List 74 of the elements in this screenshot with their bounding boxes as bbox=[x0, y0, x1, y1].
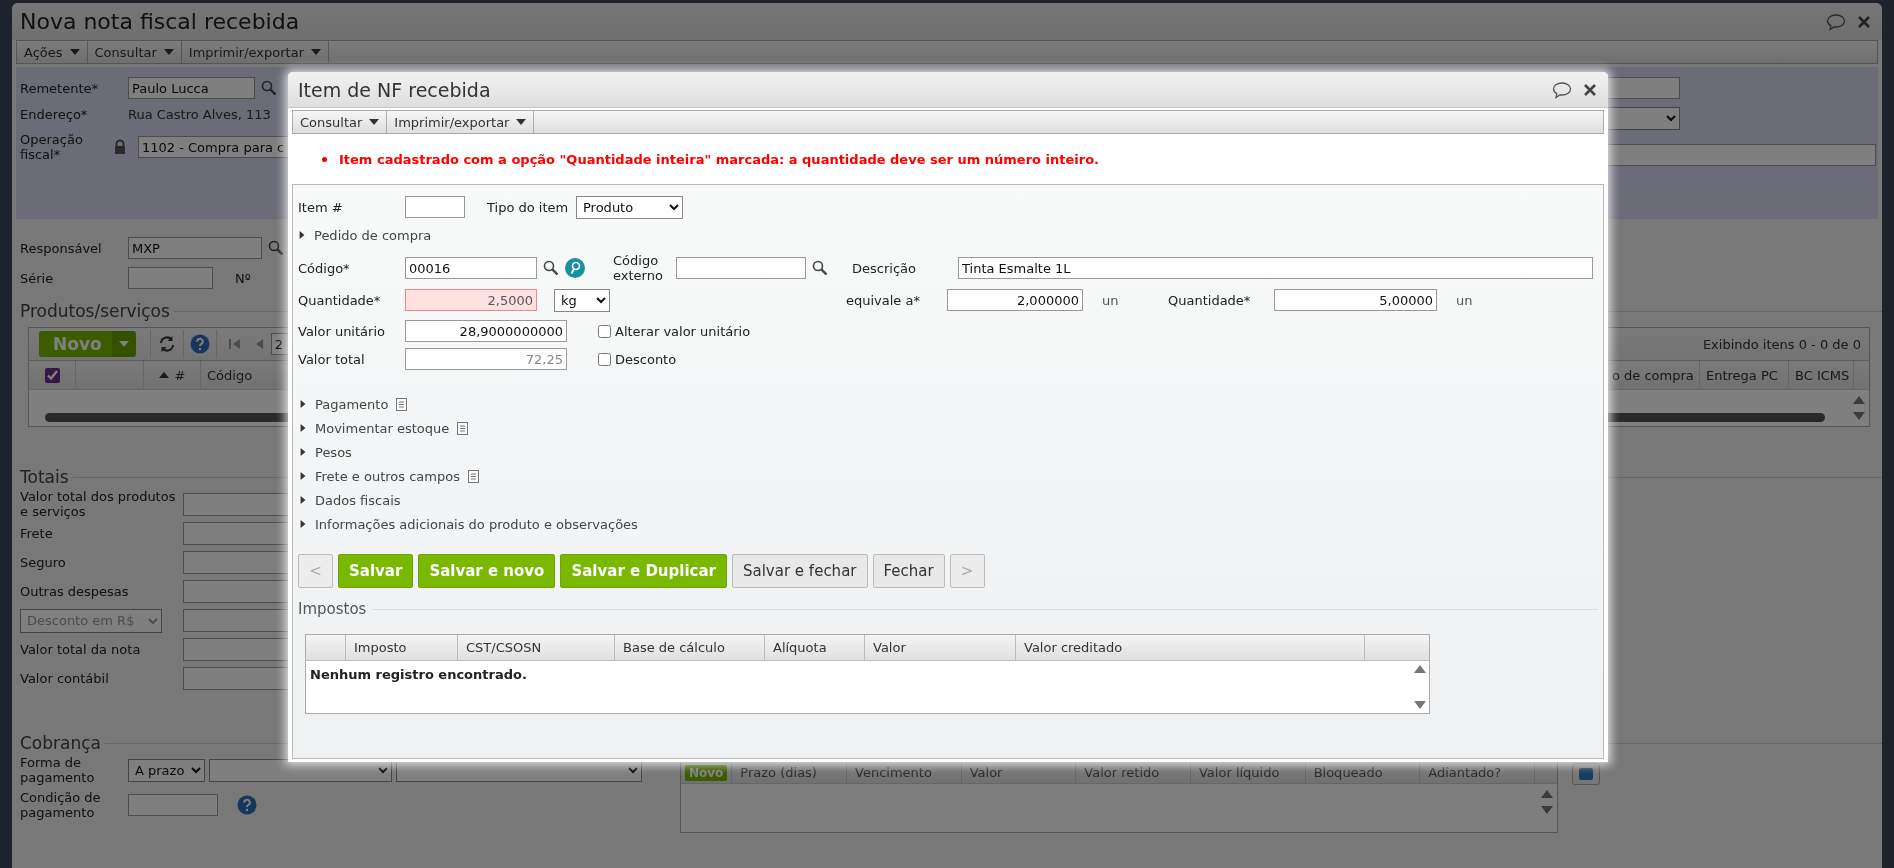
input-field[interactable]: MXP bbox=[128, 237, 262, 259]
field-label: Forma de pagamento bbox=[20, 755, 96, 785]
error-message: Item cadastrado com a opção "Quantidade inteira" marcada: a quantidade deve ser um número inteiro. bbox=[339, 151, 1100, 167]
field-label: Condição de pagamento bbox=[20, 790, 102, 820]
field-value: Rua Castro Alves, 113 bbox=[128, 106, 271, 122]
empty-message: Nenhum registro encontrado. bbox=[309, 666, 528, 684]
column-header[interactable]: Alíquota bbox=[765, 635, 865, 660]
column-header[interactable]: Entrega PC bbox=[1700, 361, 1789, 389]
input-field[interactable]: Tinta Esmalte 1L bbox=[958, 257, 1593, 279]
item-count: Exibindo itens 0 - 0 de 0 bbox=[1702, 336, 1861, 352]
field-label: Quantidade* bbox=[1168, 292, 1252, 308]
column-header[interactable]: Valor bbox=[865, 635, 1016, 660]
column-header[interactable]: CST/CSOSN bbox=[458, 635, 615, 660]
menu-button[interactable]: Imprimir/exportar bbox=[387, 111, 535, 133]
field-label: Valor total bbox=[298, 351, 366, 367]
field-label: Quantidade* bbox=[298, 292, 382, 308]
section-title: Totais bbox=[20, 467, 69, 487]
column-header[interactable]: Valor creditado bbox=[1016, 635, 1365, 660]
unit-label: un bbox=[1456, 292, 1474, 308]
action-button[interactable]: Fechar bbox=[872, 554, 945, 588]
section-link[interactable]: Pedido de compra bbox=[314, 227, 432, 243]
field-label: equivale a* bbox=[846, 292, 921, 308]
field-label: Endereço* bbox=[20, 106, 89, 122]
field-label: Valor total da nota bbox=[20, 642, 142, 657]
section-title: Impostos bbox=[298, 600, 367, 618]
input-field[interactable]: 00016 bbox=[405, 257, 537, 279]
field-label: Operação fiscal* bbox=[20, 132, 84, 162]
field-label: Responsável bbox=[20, 240, 103, 256]
field-label: Tipo do item bbox=[487, 199, 570, 215]
input-field[interactable]: 2,5000 bbox=[405, 289, 537, 311]
input-field[interactable]: Paulo Lucca bbox=[128, 77, 255, 99]
field-label: Valor total dos produtos e serviços bbox=[20, 489, 177, 519]
field-label: Descrição bbox=[852, 260, 917, 276]
menu-button[interactable]: Ações bbox=[17, 41, 88, 63]
dialog-title: Item de NF recebida bbox=[298, 78, 491, 101]
field-label: Valor contábil bbox=[20, 671, 110, 686]
section-link[interactable]: Frete e outros campos bbox=[315, 468, 460, 484]
section-link[interactable]: Pesos bbox=[315, 444, 352, 460]
section-link[interactable]: Informações adicionais do produto e observações bbox=[315, 516, 638, 532]
field-label: Código* bbox=[298, 260, 351, 276]
window-title: Nova nota fiscal recebida bbox=[20, 9, 300, 34]
column-header[interactable]: BC ICMS bbox=[1789, 361, 1854, 389]
field-label: Frete bbox=[20, 526, 54, 541]
field-label: Valor unitário bbox=[298, 323, 386, 339]
select-field[interactable]: Produto bbox=[576, 195, 683, 219]
section-title: Cobrança bbox=[20, 733, 101, 753]
menu-button[interactable]: Consultar bbox=[293, 111, 388, 133]
unit-label: un bbox=[1102, 292, 1120, 308]
checkbox-label: Desconto bbox=[615, 351, 677, 367]
menu-button[interactable]: Imprimir/exportar bbox=[181, 41, 329, 63]
section-link[interactable]: Pagamento bbox=[315, 396, 389, 412]
input-field[interactable]: 28,9000000000 bbox=[405, 320, 567, 342]
input-field[interactable]: 2,000000 bbox=[947, 289, 1083, 311]
menu-button[interactable]: Consultar bbox=[87, 41, 182, 63]
section-link[interactable]: Dados fiscais bbox=[315, 492, 401, 508]
section-link[interactable]: Movimentar estoque bbox=[315, 420, 450, 436]
section-title: Produtos/serviços bbox=[20, 301, 170, 321]
field-label: Outras despesas bbox=[20, 584, 130, 599]
select-field[interactable]: A prazo bbox=[128, 758, 205, 782]
field-label: Código externo bbox=[613, 253, 664, 283]
select-field[interactable]: kg bbox=[554, 288, 610, 312]
field-label: Série bbox=[20, 270, 55, 286]
expander-row[interactable]: Pedido de compra bbox=[298, 225, 1598, 245]
column-header[interactable]: # bbox=[144, 361, 201, 389]
field-label: Item # bbox=[298, 199, 344, 215]
column-header[interactable]: Imposto bbox=[346, 635, 458, 660]
column-header[interactable]: Base de cálculo bbox=[615, 635, 765, 660]
field-label: Nº bbox=[235, 270, 251, 286]
action-button[interactable]: Salvar e fechar bbox=[732, 554, 868, 588]
field-label: Seguro bbox=[20, 555, 67, 570]
input-field[interactable]: 72,25 bbox=[405, 348, 567, 370]
input-field[interactable]: 5,00000 bbox=[1274, 289, 1437, 311]
checkbox-label: Alterar valor unitário bbox=[615, 323, 751, 339]
field-label: Remetente* bbox=[20, 80, 100, 96]
